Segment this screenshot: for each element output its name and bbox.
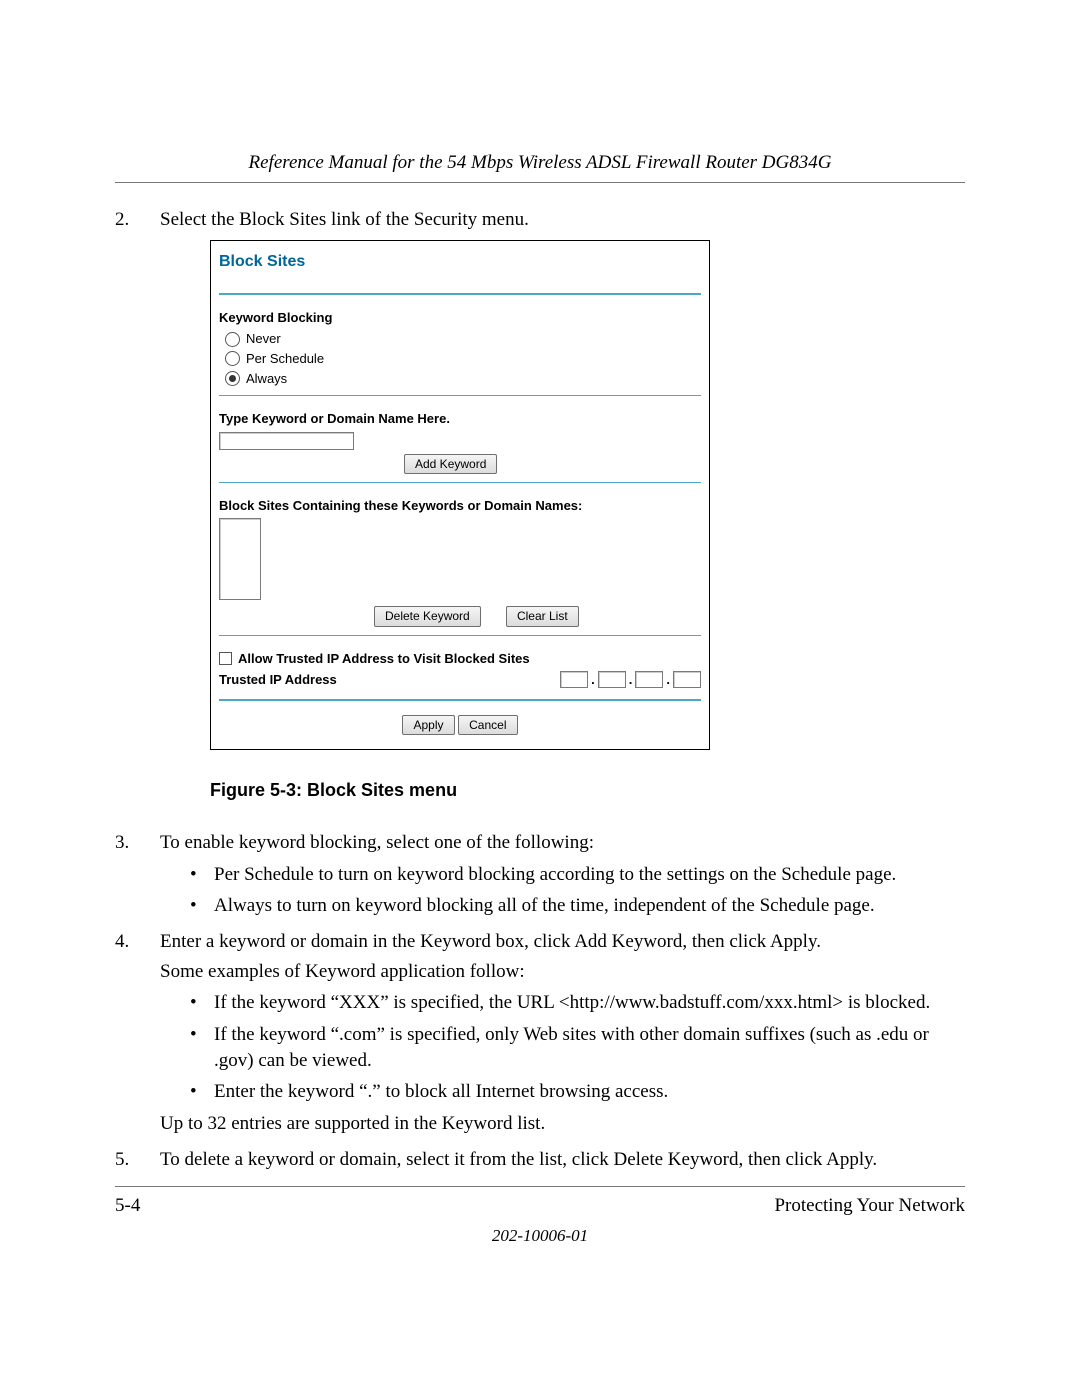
keyword-listbox[interactable] [219, 518, 261, 600]
header-rule [115, 182, 965, 183]
cancel-button[interactable]: Cancel [458, 715, 517, 735]
trusted-ip-label: Trusted IP Address [219, 671, 337, 689]
keyword-blocking-heading: Keyword Blocking [219, 309, 701, 327]
step-3-num: 3. [115, 830, 129, 856]
ui-divider [219, 699, 701, 701]
footer-docnum: 202-10006-01 [115, 1225, 965, 1248]
type-keyword-label: Type Keyword or Domain Name Here. [219, 410, 701, 428]
trusted-ip-octet-2[interactable] [598, 671, 626, 688]
ui-divider [219, 635, 701, 636]
delete-keyword-button[interactable]: Delete Keyword [374, 606, 481, 626]
allow-trusted-checkbox[interactable] [219, 652, 232, 665]
ip-dot: . [628, 671, 634, 689]
running-header: Reference Manual for the 54 Mbps Wireles… [115, 150, 965, 176]
step-3-text: To enable keyword blocking, select one o… [160, 832, 594, 853]
step-4-bullet-2: If the keyword “.com” is specified, only… [190, 1022, 965, 1073]
step-5-text: To delete a keyword or domain, select it… [160, 1149, 877, 1170]
figure-caption: Figure 5-3: Block Sites menu [210, 778, 965, 802]
radio-never-label: Never [246, 330, 281, 348]
footer-section: Protecting Your Network [774, 1193, 965, 1219]
trusted-ip-octet-3[interactable] [635, 671, 663, 688]
radio-always[interactable] [225, 371, 240, 386]
step-4: 4. Enter a keyword or domain in the Keyw… [115, 929, 965, 1136]
step-4-tail: Up to 32 entries are supported in the Ke… [160, 1111, 965, 1137]
block-sites-figure: Block Sites Keyword Blocking Never Per S… [210, 240, 710, 750]
trusted-ip-octet-4[interactable] [673, 671, 701, 688]
step-5: 5. To delete a keyword or domain, select… [115, 1147, 965, 1173]
allow-trusted-label: Allow Trusted IP Address to Visit Blocke… [238, 650, 530, 668]
step-4-num: 4. [115, 929, 129, 955]
radio-per-schedule[interactable] [225, 351, 240, 366]
step-4-bullet-1: If the keyword “XXX” is specified, the U… [190, 990, 965, 1016]
keyword-input[interactable] [219, 432, 354, 450]
ui-divider [219, 293, 701, 295]
ui-title: Block Sites [219, 251, 701, 273]
step-2: 2. Select the Block Sites link of the Se… [115, 207, 965, 802]
add-keyword-button[interactable]: Add Keyword [404, 454, 497, 474]
ui-divider [219, 395, 701, 396]
step-4-bullet-3: Enter the keyword “.” to block all Inter… [190, 1079, 965, 1105]
trusted-ip-octet-1[interactable] [560, 671, 588, 688]
step-3: 3. To enable keyword blocking, select on… [115, 830, 965, 919]
step-3-bullet-2: Always to turn on keyword blocking all o… [190, 893, 965, 919]
block-list-label: Block Sites Containing these Keywords or… [219, 497, 701, 515]
ip-dot: . [665, 671, 671, 689]
step-4-line2: Some examples of Keyword application fol… [160, 959, 965, 985]
step-2-num: 2. [115, 207, 129, 233]
step-2-text: Select the Block Sites link of the Secur… [160, 209, 529, 230]
radio-per-schedule-label: Per Schedule [246, 350, 324, 368]
footer-page: 5-4 [115, 1193, 140, 1219]
step-5-num: 5. [115, 1147, 129, 1173]
ip-dot: . [590, 671, 596, 689]
clear-list-button[interactable]: Clear List [506, 606, 579, 626]
radio-never[interactable] [225, 332, 240, 347]
radio-always-label: Always [246, 370, 287, 388]
step-3-bullet-1: Per Schedule to turn on keyword blocking… [190, 862, 965, 888]
step-4-line1: Enter a keyword or domain in the Keyword… [160, 931, 821, 952]
apply-button[interactable]: Apply [402, 715, 454, 735]
footer-rule [115, 1186, 965, 1187]
ui-divider [219, 482, 701, 483]
